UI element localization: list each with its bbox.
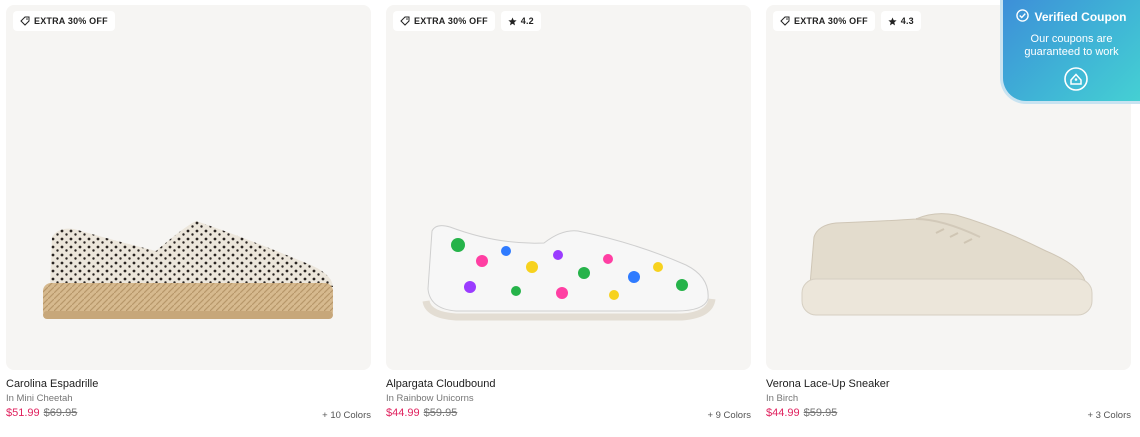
verified-coupon-widget[interactable]: Verified Coupon Our coupons are guarante… [1000, 0, 1140, 104]
original-price: $59.95 [423, 407, 458, 419]
slip-on-shoe-image [422, 225, 716, 321]
product-grid: EXTRA 30% OFF Carolina Espadrille In Min… [0, 0, 1140, 437]
product-name[interactable]: Verona Lace-Up Sneaker [766, 378, 890, 390]
sale-price: $44.99 [766, 407, 800, 419]
discount-badge: EXTRA 30% OFF [773, 11, 875, 31]
price-row: $44.99 $59.95 [766, 407, 837, 419]
rating-value: 4.3 [900, 16, 914, 26]
product-variant: In Rainbow Unicorns [386, 393, 474, 404]
badge-text: EXTRA 30% OFF [794, 16, 868, 26]
sale-price: $44.99 [386, 407, 420, 419]
tag-icon [400, 16, 410, 26]
tag-icon [780, 16, 790, 26]
badge-row: EXTRA 30% OFF 4.2 [393, 11, 541, 31]
discount-badge: EXTRA 30% OFF [393, 11, 495, 31]
badge-text: EXTRA 30% OFF [414, 16, 488, 26]
original-price: $69.95 [43, 407, 78, 419]
product-image[interactable]: EXTRA 30% OFF [6, 5, 371, 370]
coupon-subtitle: Our coupons are guaranteed to work [1024, 33, 1119, 58]
coupon-logo-icon[interactable] [1064, 67, 1088, 91]
badge-row: EXTRA 30% OFF 4.3 [773, 11, 921, 31]
color-count[interactable]: + 9 Colors [707, 410, 751, 421]
espadrille-shoe-image [43, 221, 333, 319]
star-icon [888, 16, 897, 26]
rating-value: 4.2 [520, 16, 534, 26]
product-name[interactable]: Alpargata Cloudbound [386, 378, 495, 390]
sale-price: $51.99 [6, 407, 40, 419]
price-row: $51.99 $69.95 [6, 407, 77, 419]
rating-badge: 4.3 [880, 11, 921, 31]
rating-badge: 4.2 [500, 11, 541, 31]
product-variant: In Birch [766, 393, 799, 404]
tag-icon [20, 16, 30, 26]
coupon-title: Verified Coupon [1034, 10, 1127, 24]
star-icon [508, 16, 517, 26]
product-card[interactable]: EXTRA 30% OFF 4.2 Alpargata Cloudbound I… [386, 5, 751, 430]
price-row: $44.99 $59.95 [386, 407, 457, 419]
discount-badge: EXTRA 30% OFF [13, 11, 115, 31]
badge-row: EXTRA 30% OFF [13, 11, 115, 31]
product-card[interactable]: EXTRA 30% OFF Carolina Espadrille In Min… [6, 5, 371, 430]
color-count[interactable]: + 3 Colors [1087, 410, 1131, 421]
original-price: $59.95 [803, 407, 838, 419]
product-name[interactable]: Carolina Espadrille [6, 378, 98, 390]
coupon-title-row: Verified Coupon [1003, 9, 1140, 25]
badge-text: EXTRA 30% OFF [34, 16, 108, 26]
check-circle-icon [1016, 9, 1030, 25]
product-variant: In Mini Cheetah [6, 393, 73, 404]
product-image[interactable]: EXTRA 30% OFF 4.2 [386, 5, 751, 370]
color-count[interactable]: + 10 Colors [322, 410, 371, 421]
